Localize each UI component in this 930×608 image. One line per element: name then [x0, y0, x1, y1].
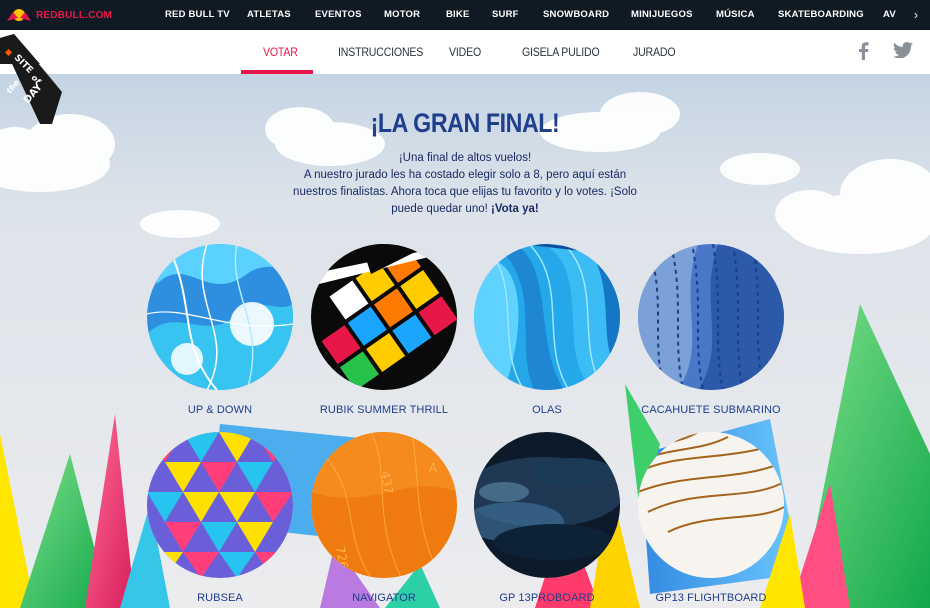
intro-line-1: ¡Una final de altos vuelos! [398, 152, 532, 164]
entry-label[interactable]: GP13 FLIGHTBOARD [616, 592, 806, 604]
tab-jurado[interactable]: JURADO [633, 30, 676, 74]
entry-label[interactable]: CACAHUETE SUBMARINO [616, 404, 806, 416]
entry-artwork[interactable] [474, 244, 620, 390]
nav-item-eventos[interactable]: EVENTOS [315, 9, 362, 20]
twitter-icon[interactable] [893, 42, 913, 63]
intro-text: ¡Una final de altos vuelos! A nuestro ju… [280, 150, 650, 218]
tab-gisela-pulido[interactable]: GISELA PULIDO [522, 30, 600, 74]
nav-item-av[interactable]: AV [883, 9, 896, 20]
svg-text:726: 726 [333, 545, 351, 570]
tab-instrucciones[interactable]: INSTRUCCIONES [338, 30, 423, 74]
redbull-bulls-icon [7, 9, 31, 21]
entry-artwork[interactable] [638, 244, 784, 390]
vote-now-cta: ¡Vota ya! [491, 203, 539, 215]
site-of-the-day-badge[interactable]: SITE of the DAY [0, 28, 70, 124]
entry-label[interactable]: RUBSEA [125, 592, 315, 604]
entry-label[interactable]: OLAS [452, 404, 642, 416]
campaign-nav: VOTAR INSTRUCCIONES VIDEO GISELA PULIDO … [0, 30, 930, 74]
entry-card-olas[interactable]: OLAS [472, 244, 622, 416]
entry-label[interactable]: RUBIK SUMMER THRILL [289, 404, 479, 416]
nav-item-atletas[interactable]: ATLETAS [247, 9, 291, 20]
entry-card-rubsea[interactable]: RUBSEA [145, 432, 295, 604]
entry-artwork[interactable] [311, 244, 457, 390]
entry-artwork[interactable] [147, 244, 293, 390]
intro-line-4: puede quedar uno! ¡Vota ya! [280, 201, 650, 218]
intro-line-4-text: puede quedar uno! [391, 203, 492, 215]
entry-artwork[interactable]: 437 726 A [311, 432, 457, 578]
tab-votar[interactable]: VOTAR [263, 30, 298, 74]
entry-card-cacahuete-submarino[interactable]: CACAHUETE SUBMARINO [636, 244, 786, 416]
entry-card-gp-13proboard[interactable]: GP 13PROBOARD [472, 432, 622, 604]
nav-item-bike[interactable]: BIKE [446, 9, 470, 20]
page-title: ¡LA GRAN FINAL! [370, 108, 560, 138]
entry-artwork[interactable] [147, 432, 293, 578]
entry-card-up-and-down[interactable]: UP & DOWN [145, 244, 295, 416]
entry-label[interactable]: NAVIGATOR [289, 592, 479, 604]
nav-item-motor[interactable]: MOTOR [384, 9, 420, 20]
nav-item-red-bull-tv[interactable]: RED BULL TV [165, 9, 230, 20]
entry-label[interactable]: UP & DOWN [125, 404, 315, 416]
entry-label[interactable]: GP 13PROBOARD [452, 592, 642, 604]
brand-link[interactable]: REDBULL.COM [36, 10, 112, 21]
nav-item-música[interactable]: MÚSICA [716, 9, 755, 20]
intro-line-2: A nuestro jurado les ha costado elegir s… [303, 169, 627, 181]
nav-item-skateboarding[interactable]: SKATEBOARDING [778, 9, 864, 20]
tab-video[interactable]: VIDEO [449, 30, 481, 74]
chevron-right-icon[interactable]: › [902, 0, 930, 30]
nav-item-snowboard[interactable]: SNOWBOARD [543, 9, 609, 20]
svg-text:A: A [429, 461, 438, 475]
entry-card-rubik-summer-thrill[interactable]: RUBIK SUMMER THRILL [309, 244, 459, 416]
entry-artwork[interactable] [474, 432, 620, 578]
badge-text-the: the [5, 78, 22, 96]
nav-item-surf[interactable]: SURF [492, 9, 519, 20]
facebook-icon[interactable] [857, 42, 869, 65]
entry-artwork[interactable] [638, 432, 784, 578]
active-tab-indicator [241, 70, 313, 74]
nav-item-minijuegos[interactable]: MINIJUEGOS [631, 9, 693, 20]
entry-card-gp13-flightboard[interactable]: GP13 FLIGHTBOARD [636, 432, 786, 604]
intro-line-3: nuestros finalistas. Ahora toca que elij… [293, 186, 637, 198]
entry-card-navigator[interactable]: 437 726 A NAVIGATOR [309, 432, 459, 604]
global-nav-bar: REDBULL.COM RED BULL TV ATLETAS EVENTOS MOT… [0, 0, 930, 30]
redbull-logo[interactable]: REDBULL.COM [6, 6, 166, 24]
